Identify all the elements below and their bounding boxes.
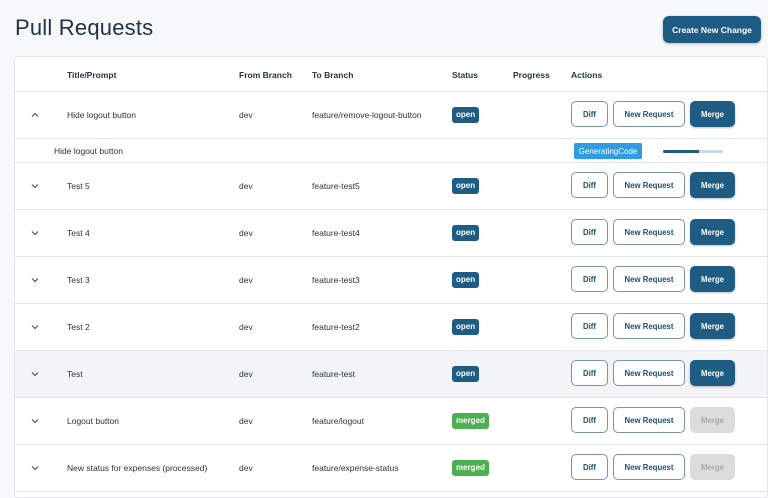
chevron-down-icon[interactable] — [29, 227, 41, 239]
row-to-branch: feature-test4 — [312, 228, 360, 238]
table-row: Test 2 dev feature-test2 open Diff New Reques… — [15, 304, 767, 351]
row-to-branch: feature-test3 — [312, 275, 360, 285]
row-title: Test 4 — [67, 228, 90, 238]
diff-button[interactable]: Diff — [571, 313, 608, 339]
row-to-branch: feature/logout — [312, 416, 364, 426]
row-from-branch: dev — [239, 275, 253, 285]
diff-button[interactable]: Diff — [571, 172, 608, 198]
status-cell: open — [452, 257, 480, 303]
diff-button[interactable]: Diff — [571, 407, 608, 433]
chevron-down-icon[interactable] — [29, 180, 41, 192]
status-badge: open — [452, 178, 480, 194]
chevron-up-icon[interactable] — [29, 109, 41, 121]
row-title: Test — [67, 369, 83, 379]
row-to-branch: feature/remove-logout-button — [312, 110, 422, 120]
status-cell: open — [452, 210, 480, 256]
new-request-button[interactable]: New Request — [613, 172, 685, 198]
column-header-to-branch[interactable]: To Branch — [312, 70, 353, 80]
generation-progress-fill — [663, 150, 699, 153]
status-cell: open — [452, 92, 480, 138]
status-badge: open — [452, 225, 480, 241]
column-header-progress[interactable]: Progress — [513, 70, 550, 80]
status-cell: merged — [452, 445, 489, 491]
row-from-branch: dev — [239, 110, 253, 120]
chevron-down-icon[interactable] — [29, 368, 41, 380]
new-request-button[interactable]: New Request — [613, 219, 685, 245]
diff-button[interactable]: Diff — [571, 219, 608, 245]
table-row: Test 5 dev feature-test5 open Diff New Reques… — [15, 163, 767, 210]
merge-button[interactable]: Merge — [690, 101, 735, 127]
diff-button[interactable]: Diff — [571, 101, 608, 127]
status-badge: open — [452, 319, 480, 335]
column-header-status[interactable]: Status — [452, 70, 478, 80]
merge-button[interactable]: Merge — [690, 219, 735, 245]
new-request-button[interactable]: New Request — [613, 313, 685, 339]
row-title: New status for expenses (processed) — [67, 463, 208, 473]
merge-button[interactable]: Merge — [690, 313, 735, 339]
new-request-button[interactable]: New Request — [613, 266, 685, 292]
new-request-button[interactable]: New Request — [613, 454, 685, 480]
status-badge: merged — [452, 413, 489, 429]
page-title: Pull Requests — [15, 15, 154, 40]
generation-status-badge: GeneratingCode — [574, 143, 642, 159]
row-from-branch: dev — [239, 369, 253, 379]
row-from-branch: dev — [239, 416, 253, 426]
status-badge: open — [452, 272, 480, 288]
row-to-branch: feature/expense-status — [312, 463, 399, 473]
row-title: Logout button — [67, 416, 119, 426]
merge-button: Merge — [690, 407, 735, 433]
detail-prompt: Hide logout button — [54, 145, 123, 156]
chevron-down-icon[interactable] — [29, 415, 41, 427]
column-header-title[interactable]: Title/Prompt — [67, 70, 116, 80]
table-row: Test dev feature-test open Diff New Request Me… — [15, 351, 767, 398]
row-title: Hide logout button — [67, 110, 136, 120]
row-to-branch: feature-test5 — [312, 181, 360, 191]
new-request-button[interactable]: New Request — [613, 360, 685, 386]
status-cell: open — [452, 351, 480, 397]
new-request-button[interactable]: New Request — [613, 407, 685, 433]
table-row: Hide logout button dev feature/remove-logo… — [15, 92, 767, 139]
row-to-branch: feature-test — [312, 369, 355, 379]
column-header-from-branch[interactable]: From Branch — [239, 70, 292, 80]
chevron-down-icon[interactable] — [29, 462, 41, 474]
status-badge: merged — [452, 460, 489, 476]
merge-button[interactable]: Merge — [690, 172, 735, 198]
generation-progress-bar — [663, 150, 723, 153]
create-new-change-button[interactable]: Create New Change — [663, 16, 761, 43]
row-title: Test 3 — [67, 275, 90, 285]
expanded-detail-row: Hide logout button GeneratingCode — [15, 139, 767, 163]
status-badge: open — [452, 366, 480, 382]
status-cell: open — [452, 163, 480, 209]
merge-button[interactable]: Merge — [690, 360, 735, 386]
table-row: Test 4 dev feature-test4 open Diff New Reques… — [15, 210, 767, 257]
new-request-button[interactable]: New Request — [613, 101, 685, 127]
merge-button: Merge — [690, 454, 735, 480]
table-row: Test 3 dev feature-test3 open Diff New Reques… — [15, 257, 767, 304]
status-cell: merged — [452, 398, 489, 444]
table-row: Logout button dev feature/logout merged Diff… — [15, 398, 767, 445]
table-header: Title/Prompt From Branch To Branch Statu… — [15, 57, 767, 92]
table-row: New status for expenses (processed) dev fe… — [15, 445, 767, 492]
row-from-branch: dev — [239, 181, 253, 191]
row-title: Test 5 — [67, 181, 90, 191]
row-to-branch: feature-test2 — [312, 322, 360, 332]
diff-button[interactable]: Diff — [571, 454, 608, 480]
column-header-actions: Actions — [571, 70, 603, 80]
chevron-down-icon[interactable] — [29, 274, 41, 286]
row-from-branch: dev — [239, 463, 253, 473]
status-badge: open — [452, 107, 480, 123]
diff-button[interactable]: Diff — [571, 266, 608, 292]
row-title: Test 2 — [67, 322, 90, 332]
row-from-branch: dev — [239, 322, 253, 332]
diff-button[interactable]: Diff — [571, 360, 608, 386]
chevron-down-icon[interactable] — [29, 321, 41, 333]
pull-requests-table: Title/Prompt From Branch To Branch Statu… — [14, 56, 768, 498]
status-cell: open — [452, 304, 480, 350]
merge-button[interactable]: Merge — [690, 266, 735, 292]
row-from-branch: dev — [239, 228, 253, 238]
